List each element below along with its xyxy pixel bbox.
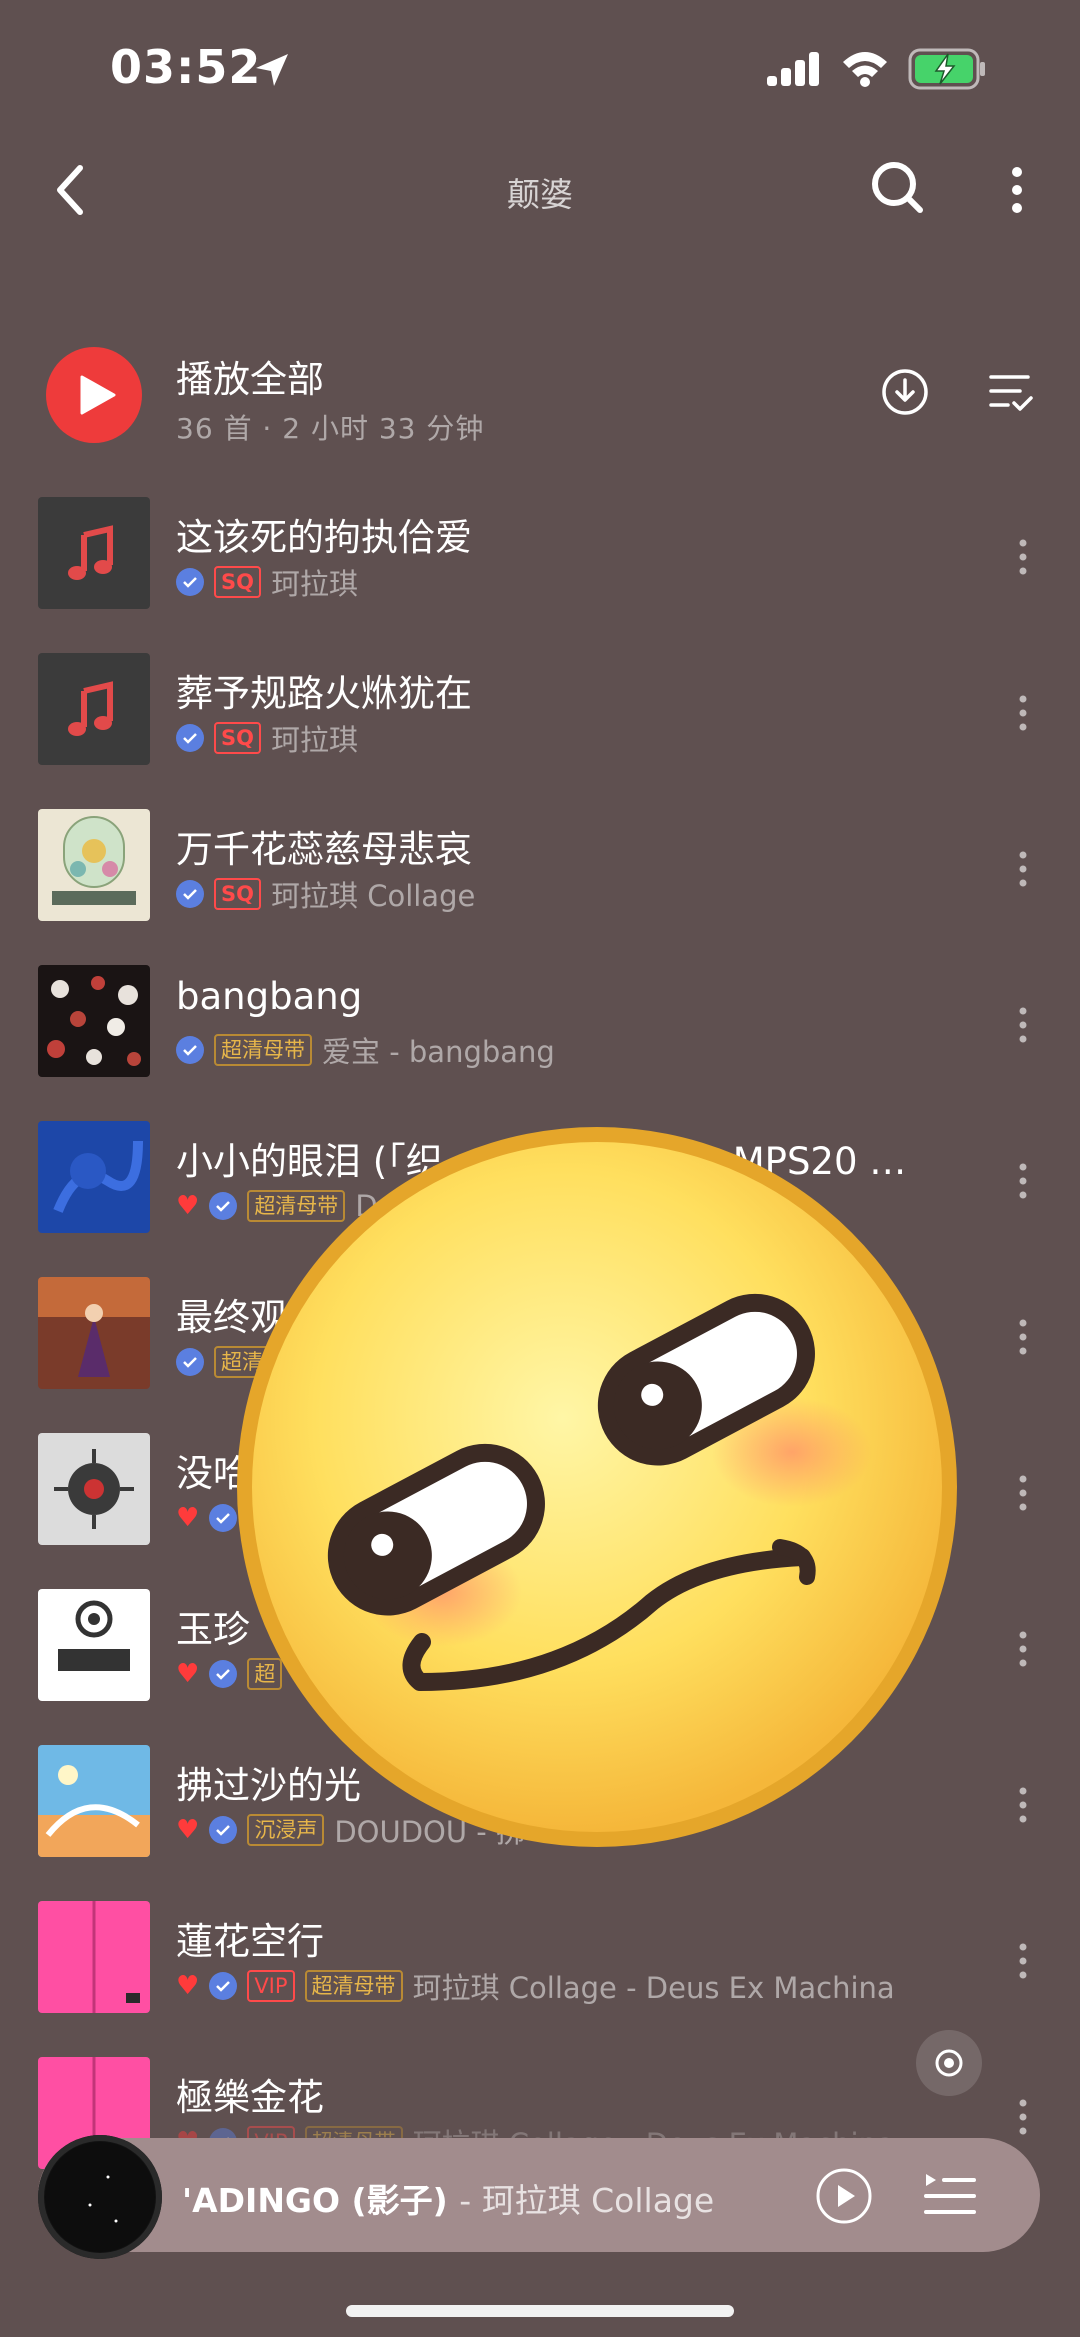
verified-icon <box>176 1036 204 1064</box>
verified-icon <box>176 568 204 596</box>
heart-icon[interactable]: ♥ <box>176 1973 199 1999</box>
heart-icon[interactable]: ♥ <box>176 1193 199 1219</box>
emoji-sticker <box>237 1127 957 1847</box>
now-playing-artist: - 珂拉琪 Collage <box>459 2181 715 2220</box>
verified-icon <box>176 724 204 752</box>
song-title: 葬予规路火烌犹在 <box>176 672 472 715</box>
verified-icon <box>176 880 204 908</box>
song-artist: 珂拉琪 <box>270 723 358 757</box>
play-all-label: 播放全部 <box>176 358 324 401</box>
song-artist: 珂拉琪 <box>270 567 358 601</box>
music-note-icon <box>68 525 113 580</box>
location-arrow-icon <box>256 54 288 86</box>
music-note-icon <box>68 681 113 736</box>
heart-icon[interactable]: ♥ <box>176 1505 199 1531</box>
cover-art <box>52 816 136 905</box>
quality-tag: 超清母带 <box>304 1970 403 2002</box>
song-meta: ♥ <box>176 1501 238 1535</box>
song-meta: SQ 珂拉琪 <box>176 565 358 601</box>
cover-art <box>58 1600 130 1671</box>
album-cover <box>38 1433 150 1545</box>
more-icon[interactable] <box>1016 1629 1030 1669</box>
cover-art <box>53 1140 143 1213</box>
album-cover <box>38 1745 150 1857</box>
song-title: 蓮花空行 <box>176 1920 324 1963</box>
song-artist: 珂拉琪 Collage - Deus Ex Machina <box>412 1971 895 2005</box>
quality-tag: 超清母带 <box>214 1034 312 1066</box>
quality-tag: SQ <box>214 566 261 598</box>
song-title: 極樂金花 <box>176 2076 324 2119</box>
quality-tag: SQ <box>214 722 261 754</box>
song-artist: 爱宝 - bangbang <box>322 1035 555 1069</box>
verified-icon <box>176 1348 204 1376</box>
song-row[interactable]: 葬予规路火烌犹在 SQ 珂拉琪 <box>0 653 1080 809</box>
locate-icon <box>935 2049 963 2077</box>
album-cover <box>38 965 150 1077</box>
more-icon[interactable] <box>1016 2097 1030 2137</box>
wifi-icon <box>843 52 887 87</box>
disc-art <box>45 2142 155 2252</box>
multiselect-icon[interactable] <box>988 371 1034 415</box>
locate-button[interactable] <box>916 2030 982 2096</box>
album-cover <box>38 653 150 765</box>
heart-icon[interactable]: ♥ <box>176 1661 199 1687</box>
more-icon[interactable] <box>1016 1161 1030 1201</box>
battery-charging-icon <box>908 48 985 90</box>
album-cover <box>38 1121 150 1233</box>
more-icon[interactable] <box>1016 1941 1030 1981</box>
album-cover <box>38 1901 150 2013</box>
song-title: 这该死的拘执佮爱 <box>176 516 472 559</box>
vip-tag: VIP <box>247 1970 295 2002</box>
song-row[interactable]: bangbang 超清母带 爱宝 - bangbang <box>0 965 1080 1121</box>
play-button[interactable] <box>814 2166 874 2226</box>
more-icon[interactable] <box>1016 693 1030 733</box>
more-icon[interactable] <box>1016 1005 1030 1045</box>
song-title: bangbang <box>176 975 363 1018</box>
play-all-summary: 36 首 · 2 小时 33 分钟 <box>176 412 485 445</box>
song-meta: ♥ VIP 超清母带 珂拉琪 Collage - Deus Ex Machina <box>176 1969 895 2005</box>
more-icon[interactable] <box>1016 1317 1030 1357</box>
more-icon[interactable] <box>1016 537 1030 577</box>
cover-art <box>38 1277 150 1377</box>
cover-art <box>92 1901 140 2013</box>
cover-art <box>38 1765 150 1857</box>
album-disc[interactable] <box>38 2135 162 2259</box>
song-row[interactable]: 这该死的拘执佮爱 SQ 珂拉琪 <box>0 497 1080 653</box>
song-meta: SQ 珂拉琪 Collage <box>176 877 475 913</box>
now-playing-title[interactable]: 'ADINGO (影子) - 珂拉琪 Collage <box>182 2174 714 2222</box>
song-artist: 珂拉琪 Collage <box>270 879 476 913</box>
verified-icon <box>209 1972 238 2000</box>
album-cover <box>38 497 150 609</box>
album-cover <box>38 1277 150 1389</box>
download-icon[interactable] <box>880 367 930 417</box>
status-bar: 03:52 <box>0 0 1080 140</box>
home-indicator <box>346 2305 734 2317</box>
album-cover <box>38 809 150 921</box>
play-icon <box>80 375 116 415</box>
more-icon[interactable] <box>1016 1785 1030 1825</box>
song-row[interactable]: 万千花蕊慈母悲哀 SQ 珂拉琪 Collage <box>0 809 1080 965</box>
top-bar: 颠婆 <box>0 150 1080 230</box>
cover-art <box>47 976 141 1066</box>
more-icon[interactable] <box>1016 849 1030 889</box>
song-row[interactable]: 蓮花空行 ♥ VIP 超清母带 珂拉琪 Collage - Deus Ex Ma… <box>0 1901 1080 2057</box>
more-icon[interactable] <box>1005 162 1029 222</box>
status-time: 03:52 <box>110 40 262 94</box>
search-icon[interactable] <box>868 158 928 218</box>
queue-icon[interactable] <box>922 2166 978 2222</box>
more-icon[interactable] <box>1016 1473 1030 1513</box>
play-all-button[interactable] <box>46 347 142 443</box>
heart-icon[interactable]: ♥ <box>176 1817 199 1843</box>
song-meta: SQ 珂拉琪 <box>176 721 358 757</box>
play-all-bar[interactable]: 播放全部 36 首 · 2 小时 33 分钟 <box>0 335 1080 455</box>
song-title: 万千花蕊慈母悲哀 <box>176 828 472 871</box>
cover-art <box>54 1449 134 1529</box>
signal-icon <box>767 52 819 86</box>
album-cover <box>38 1589 150 1701</box>
song-meta: 超清母带 爱宝 - bangbang <box>176 1033 555 1069</box>
quality-tag: SQ <box>214 878 261 910</box>
